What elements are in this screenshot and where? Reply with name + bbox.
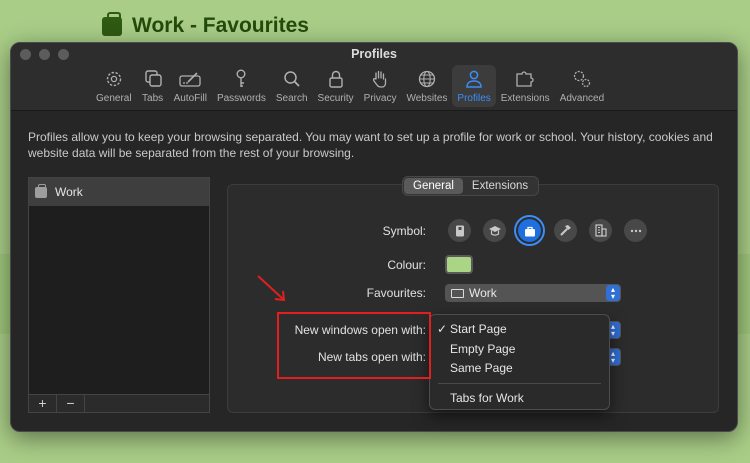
symbol-id-badge[interactable]	[448, 219, 471, 242]
toolbar-advanced[interactable]: Advanced	[555, 65, 609, 107]
menu-item-start-page[interactable]: ✓ Start Page	[430, 320, 609, 340]
search-icon	[283, 71, 300, 87]
toolbar-security[interactable]: Security	[313, 65, 359, 107]
profile-list-buttons: + −	[28, 395, 210, 413]
toolbar-privacy-label: Privacy	[363, 93, 397, 104]
toolbar-profiles-label: Profiles	[457, 93, 491, 104]
menu-item-tabs-for-work[interactable]: Tabs for Work	[430, 389, 609, 409]
toolbar-websites[interactable]: Websites	[401, 65, 452, 107]
profile-list: Work	[28, 177, 210, 395]
symbol-hammer[interactable]	[554, 219, 577, 242]
globe-icon	[418, 70, 436, 88]
symbol-building[interactable]	[589, 219, 612, 242]
more-icon	[630, 229, 641, 232]
profile-list-item-work[interactable]: Work	[29, 178, 209, 206]
pencil-icon	[179, 72, 201, 87]
title-bar: Profiles General Tabs AutoFill Passwords…	[11, 43, 737, 111]
profile-name: Work	[55, 185, 83, 199]
person-icon	[466, 70, 482, 88]
gears-icon	[573, 70, 591, 88]
toolbar-profiles[interactable]: Profiles	[452, 65, 496, 107]
tabs-icon	[144, 70, 162, 87]
profiles-description: Profiles allow you to keep your browsing…	[28, 130, 713, 160]
toolbar-passwords-label: Passwords	[216, 93, 266, 104]
symbol-graduation-cap[interactable]	[483, 219, 506, 242]
symbol-label: Symbol:	[382, 224, 426, 238]
toolbar-general[interactable]: General	[91, 65, 137, 107]
tab-extensions[interactable]: Extensions	[463, 178, 537, 194]
toolbar-tabs-label: Tabs	[142, 93, 164, 104]
tab-general[interactable]: General	[404, 178, 463, 194]
symbol-bag[interactable]	[518, 219, 541, 242]
menu-item-same-page[interactable]: Same Page	[430, 359, 609, 379]
graduation-cap-icon	[488, 225, 501, 236]
building-icon	[594, 224, 607, 237]
menu-item-label: Same Page	[450, 361, 513, 375]
remove-profile-button[interactable]: −	[57, 395, 85, 412]
toolbar-websites-label: Websites	[406, 93, 448, 104]
toolbar-autofill-label: AutoFill	[173, 93, 207, 104]
id-badge-icon	[455, 225, 464, 236]
puzzle-icon	[516, 71, 534, 87]
background-title-text: Work - Favourites	[132, 14, 309, 37]
folder-icon	[451, 288, 464, 298]
favourites-value: Work	[469, 286, 497, 300]
menu-item-label: Tabs for Work	[450, 390, 524, 405]
toolbar-search[interactable]: Search	[271, 65, 313, 107]
toolbar-autofill[interactable]: AutoFill	[169, 65, 212, 107]
window-title: Profiles	[351, 47, 397, 61]
favourites-popup[interactable]: Work ▴ ▾	[445, 284, 621, 302]
new-windows-dropdown-menu: ✓ Start Page Empty Page Same Page Tabs f…	[429, 314, 610, 410]
hammer-icon	[560, 225, 571, 236]
bag-icon	[524, 226, 535, 236]
menu-item-label: Empty Page	[450, 341, 516, 356]
toolbar-tabs[interactable]: Tabs	[137, 65, 169, 107]
bag-icon	[35, 183, 47, 198]
toolbar-extensions-label: Extensions	[500, 93, 550, 104]
toolbar-extensions[interactable]: Extensions	[496, 65, 555, 107]
checkmark-icon: ✓	[437, 322, 448, 336]
annotation-arrow-icon	[257, 275, 286, 302]
key-icon	[236, 69, 246, 87]
toolbar-security-label: Security	[317, 93, 354, 104]
bag-icon	[102, 11, 122, 36]
toolbar-privacy[interactable]: Privacy	[359, 65, 402, 107]
colour-swatch[interactable]	[445, 255, 473, 274]
background-window-title: Work - Favourites	[102, 11, 309, 38]
toolbar-general-label: General	[96, 93, 132, 104]
highlight-box	[277, 312, 431, 379]
chevron-updown-icon: ▴ ▾	[606, 285, 620, 301]
toolbar-passwords[interactable]: Passwords	[212, 65, 271, 107]
gear-icon	[106, 71, 121, 87]
menu-item-label: Start Page	[450, 322, 507, 336]
toolbar-search-label: Search	[275, 93, 308, 104]
settings-tab-control: General Extensions	[402, 176, 540, 196]
symbol-more[interactable]	[624, 219, 647, 242]
toolbar-advanced-label: Advanced	[559, 93, 605, 104]
menu-item-empty-page[interactable]: Empty Page	[430, 340, 609, 360]
lock-icon	[328, 70, 343, 88]
preferences-toolbar: General Tabs AutoFill Passwords Search S…	[91, 65, 609, 107]
menu-separator	[438, 382, 601, 384]
hand-icon	[373, 70, 387, 88]
add-profile-button[interactable]: +	[29, 395, 57, 412]
colour-label: Colour:	[387, 258, 426, 272]
